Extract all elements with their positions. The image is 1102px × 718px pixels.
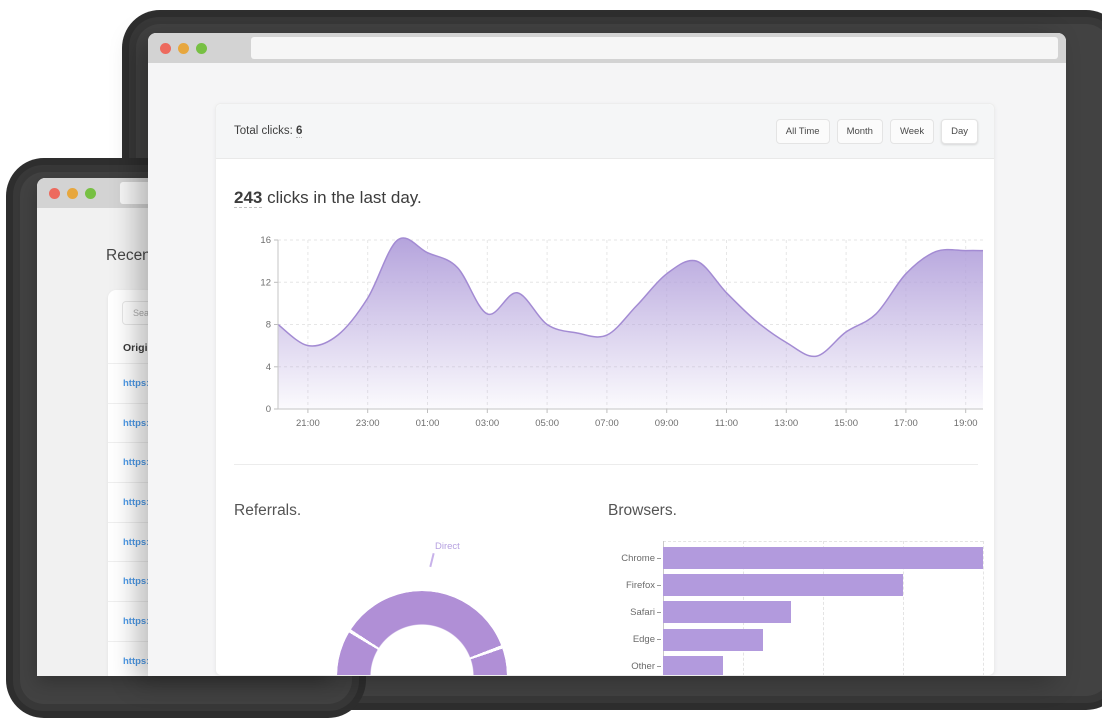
svg-text:19:00: 19:00: [954, 418, 978, 429]
bar-tick: [657, 612, 661, 613]
svg-text:17:00: 17:00: [894, 418, 918, 429]
clicks-headline-text: clicks in the last day.: [262, 188, 421, 207]
range-button-week[interactable]: Week: [890, 119, 934, 144]
svg-text:8: 8: [266, 320, 271, 331]
range-button-day[interactable]: Day: [941, 119, 978, 144]
clicks-count: 243: [234, 188, 262, 208]
front-browser-window: Total clicks: 6 All Time Month Week Day 243…: [148, 33, 1066, 676]
range-button-month[interactable]: Month: [837, 119, 883, 144]
svg-text:23:00: 23:00: [356, 418, 380, 429]
total-clicks-value: 6: [296, 125, 302, 138]
svg-text:01:00: 01:00: [416, 418, 440, 429]
svg-text:13:00: 13:00: [774, 418, 798, 429]
bar-row-safari: Safari: [597, 601, 791, 623]
total-clicks-label: Total clicks:: [234, 125, 293, 137]
maximize-button[interactable]: [196, 43, 207, 54]
svg-text:16: 16: [260, 235, 271, 246]
svg-text:21:00: 21:00: [296, 418, 320, 429]
address-bar[interactable]: [251, 37, 1058, 59]
bar-label: Other: [597, 661, 655, 672]
bar-firefox: [663, 574, 903, 596]
referrals-donut-wrap: [337, 591, 507, 676]
analytics-dashboard-card: Total clicks: 6 All Time Month Week Day 243…: [215, 103, 995, 676]
total-clicks: Total clicks: 6: [234, 125, 302, 137]
svg-text:11:00: 11:00: [715, 418, 738, 429]
bar-label: Firefox: [597, 580, 655, 591]
browsers-bar-chart: Chrome Firefox Safari Edge Other: [597, 541, 993, 676]
donut-label-leader-line: [429, 553, 434, 567]
maximize-button[interactable]: [85, 188, 96, 199]
traffic-lights: [160, 43, 207, 54]
donut-segment-label: Direct: [435, 541, 460, 552]
bar-row-chrome: Chrome: [597, 547, 983, 569]
time-range-buttons: All Time Month Week Day: [776, 119, 978, 144]
front-window-titlebar: [148, 33, 1066, 63]
bar-row-firefox: Firefox: [597, 574, 903, 596]
svg-text:15:00: 15:00: [834, 418, 858, 429]
close-button[interactable]: [49, 188, 60, 199]
bar-label: Chrome: [597, 553, 655, 564]
bar-label: Safari: [597, 607, 655, 618]
svg-text:03:00: 03:00: [475, 418, 499, 429]
svg-text:4: 4: [266, 362, 271, 373]
bar-row-edge: Edge: [597, 629, 763, 651]
bar-label: Edge: [597, 634, 655, 645]
bar-row-other: Other: [597, 656, 723, 676]
svg-text:09:00: 09:00: [655, 418, 679, 429]
bar-edge: [663, 629, 763, 651]
bar-tick: [657, 666, 661, 667]
bar-chart-gridline: [983, 541, 984, 676]
bar-chrome: [663, 547, 983, 569]
clicks-area-chart: 21:00 23:00 01:00 03:00 05:00 07:00 09:00 11:00…: [254, 234, 994, 436]
referrals-donut-chart: [337, 591, 507, 676]
range-button-all-time[interactable]: All Time: [776, 119, 830, 144]
bar-tick: [657, 639, 661, 640]
section-divider: [234, 464, 978, 465]
svg-text:12: 12: [260, 277, 271, 288]
referrals-heading: Referrals.: [234, 502, 301, 520]
svg-text:05:00: 05:00: [535, 418, 559, 429]
bar-tick: [657, 558, 661, 559]
minimize-button[interactable]: [178, 43, 189, 54]
bar-tick: [657, 585, 661, 586]
bar-other: [663, 656, 723, 676]
svg-text:07:00: 07:00: [595, 418, 619, 429]
traffic-lights: [49, 188, 96, 199]
minimize-button[interactable]: [67, 188, 78, 199]
close-button[interactable]: [160, 43, 171, 54]
bar-safari: [663, 601, 791, 623]
card-header: Total clicks: 6 All Time Month Week Day: [216, 104, 994, 159]
svg-text:0: 0: [266, 404, 271, 415]
clicks-headline: 243 clicks in the last day.: [234, 188, 422, 208]
browsers-heading: Browsers.: [608, 502, 677, 520]
